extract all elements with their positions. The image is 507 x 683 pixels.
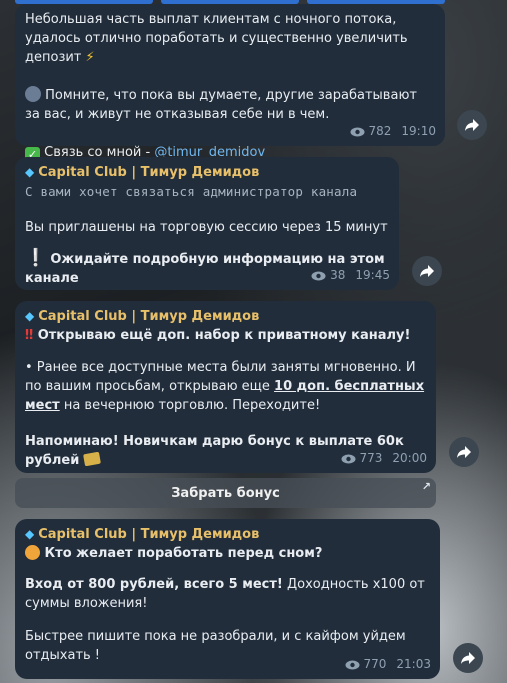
- message-time: 21:03: [396, 657, 431, 671]
- message-time: 20:00: [392, 451, 427, 465]
- message-3-headline: ‼ Открываю ещё доп. набор к приватному к…: [25, 328, 411, 343]
- exclamation-icon: ❕: [25, 248, 47, 268]
- message-3: ◆ Capital Club | Тимур Демидов ‼ Открываю…: [15, 301, 436, 473]
- message-4-headline: Кто желает поработать перед сном?: [25, 544, 430, 563]
- speaking-head-icon: [25, 86, 41, 102]
- eye-icon: [311, 271, 326, 281]
- message-2-meta: 38 19:45: [311, 266, 390, 285]
- message-1-text-1: Небольшая часть выплат клиентам с ночног…: [25, 12, 408, 65]
- forward-arrow-icon: [461, 652, 475, 664]
- channel-name[interactable]: ◆ Capital Club | Тимур Демидов: [25, 525, 430, 544]
- forward-button-1[interactable]: [457, 110, 487, 140]
- message-3-paragraph: • Ранее все доступные места были заняты …: [25, 360, 425, 413]
- message-4: ◆ Capital Club | Тимур Демидов Кто желает…: [15, 519, 440, 679]
- channel-name[interactable]: ◆ Capital Club | Тимур Демидов: [25, 163, 389, 182]
- message-2-text: Вы приглашены на торговую сессию через 1…: [25, 220, 388, 235]
- eye-icon: [341, 454, 356, 464]
- views-count: 782: [368, 124, 392, 138]
- message-1: Небольшая часть выплат клиентам с ночног…: [15, 4, 445, 162]
- message-2-mono-text: С вами хочет связаться администратор кан…: [25, 184, 358, 199]
- channel-name[interactable]: ◆ Capital Club | Тимур Демидов: [25, 307, 426, 326]
- message-3-meta: 773 20:00: [341, 449, 427, 468]
- forward-arrow-icon: [465, 119, 479, 131]
- diamond-icon: ◆: [25, 165, 35, 179]
- views-count: 770: [363, 657, 387, 671]
- diamond-icon: ◆: [25, 527, 35, 541]
- message-time: 19:45: [355, 268, 390, 282]
- eye-icon: [345, 660, 360, 670]
- money-icon: [82, 451, 101, 467]
- tiger-face-icon: [25, 545, 40, 560]
- views-count: 773: [359, 451, 383, 465]
- eye-icon: [350, 127, 365, 137]
- message-4-entry: Вход от 800 рублей, всего 5 мест! Доходн…: [25, 577, 425, 611]
- message-2: ◆ Capital Club | Тимур Демидов С вами хоч…: [15, 157, 399, 290]
- views-count: 38: [330, 268, 346, 282]
- message-1-text-2: Помните, что пока вы думаете, другие зар…: [25, 86, 417, 122]
- message-4-meta: 770 21:03: [345, 655, 431, 674]
- diamond-icon: ◆: [25, 309, 35, 323]
- forward-arrow-icon: [457, 446, 471, 458]
- double-exclamation-icon: ‼: [25, 328, 34, 343]
- claim-bonus-button[interactable]: Забрать бонус ↗: [15, 478, 436, 508]
- external-link-arrow-icon: ↗: [421, 480, 431, 493]
- forward-button-2[interactable]: [412, 256, 442, 286]
- message-time: 19:10: [401, 124, 436, 138]
- forward-button-4[interactable]: [453, 643, 483, 673]
- forward-arrow-icon: [420, 265, 434, 277]
- forward-button-3[interactable]: [449, 437, 479, 467]
- message-1-meta: 782 19:10: [350, 122, 436, 141]
